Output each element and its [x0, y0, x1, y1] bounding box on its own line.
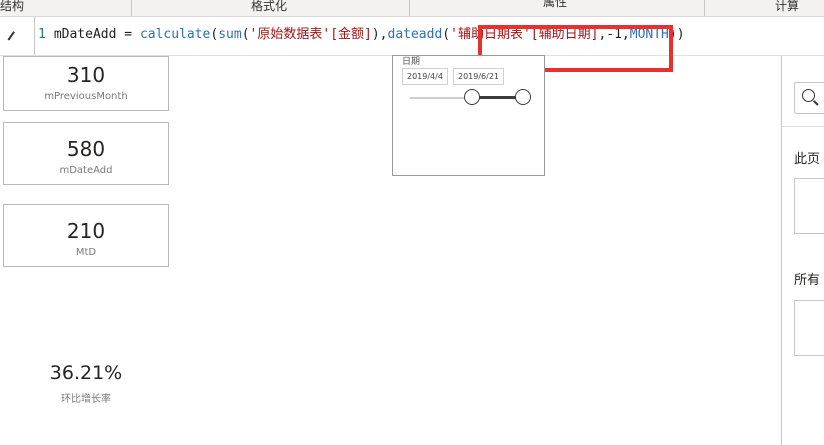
card-value: 210 — [66, 219, 106, 243]
filters-all-pages-dropzone[interactable] — [794, 300, 824, 356]
dateadd-args: ,-1, — [598, 27, 630, 42]
column-ref-2: [辅助日期] — [530, 27, 599, 42]
card-value: 580 — [66, 137, 106, 161]
paren: ( — [442, 27, 451, 42]
tab-divider — [131, 0, 132, 16]
table-ref: '原始数据表' — [249, 27, 331, 42]
filters-all-pages-label: 所有 — [794, 273, 821, 288]
pane-divider — [782, 126, 824, 127]
tab-format[interactable]: 格式化 — [251, 0, 287, 16]
slicer-title: 日期 — [402, 57, 421, 67]
tab-properties[interactable]: 属性 — [543, 0, 567, 12]
tab-structure[interactable]: 结构 — [0, 0, 24, 16]
fn-sum: sum — [218, 27, 242, 42]
card-mpreviousmonth[interactable]: 310 mPreviousMonth — [3, 56, 169, 111]
column-ref: [金额] — [330, 27, 372, 42]
table-ref-2: '辅助日期表' — [450, 27, 531, 42]
filters-this-page-dropzone[interactable] — [794, 178, 824, 234]
card-mdateadd[interactable]: 580 mDateAdd — [3, 122, 169, 185]
tab-calculation[interactable]: 计算 — [775, 0, 799, 16]
tab-divider — [704, 0, 705, 16]
card-label: mDateAdd — [59, 165, 113, 176]
slider-start-handle[interactable] — [464, 89, 480, 105]
fn-calculate: calculate — [139, 27, 211, 42]
card-label: mPreviousMonth — [44, 91, 128, 102]
kw-month: MONTH — [629, 27, 669, 42]
slider-end-handle[interactable] — [515, 89, 531, 105]
slicer-end-date[interactable]: 2019/6/21 — [453, 68, 505, 85]
kpi-label: 环比增长率 — [61, 394, 111, 405]
paren: ( — [241, 27, 250, 42]
tab-divider — [409, 0, 410, 16]
card-value: 310 — [66, 63, 106, 87]
ribbon-tab-strip: 结构 格式化 属性 计算 — [0, 0, 824, 17]
paren: )) — [668, 27, 685, 42]
card-mtd[interactable]: 210 MtD — [3, 204, 169, 267]
line-number: 1 — [38, 27, 46, 42]
formula-bar[interactable]: 1 mDateAdd = calculate(sum('原始数据表'[金额]),d… — [0, 17, 824, 72]
kpi-value: 36.21% — [49, 362, 123, 384]
filter-search-box[interactable] — [794, 82, 824, 114]
formula-editor[interactable]: 1 mDateAdd = calculate(sum('原始数据表'[金额]),d… — [38, 26, 685, 44]
measure-name: mDateAdd — [53, 27, 117, 42]
card-label: MtD — [75, 247, 97, 258]
checkmark-icon[interactable] — [7, 31, 15, 41]
filters-this-page-label: 此页 — [794, 152, 821, 167]
slicer-start-date[interactable]: 2019/4/4 — [402, 68, 448, 85]
formula-commit-area[interactable] — [0, 17, 35, 55]
equals-sign: = — [116, 27, 140, 42]
date-slicer[interactable]: 日期 2019/4/4 2019/6/21 — [392, 55, 545, 176]
fn-dateadd: dateadd — [387, 27, 443, 42]
paren: ), — [371, 27, 388, 42]
filters-pane: 此页 所有 — [781, 56, 824, 445]
